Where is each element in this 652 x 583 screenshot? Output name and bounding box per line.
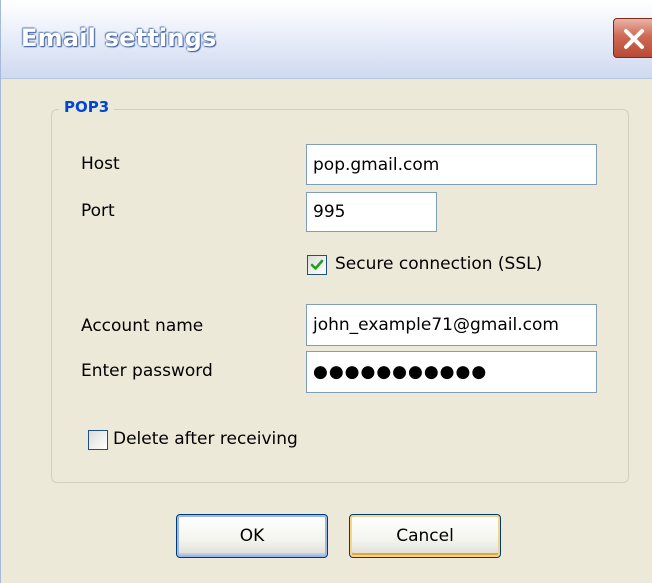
delete-after-receiving-checkbox[interactable] <box>88 430 108 450</box>
password-input[interactable]: ●●●●●●●●●●● <box>306 351 597 393</box>
pop3-legend: POP3 <box>59 98 115 116</box>
port-label: Port <box>81 201 115 221</box>
title-bar[interactable]: Email settings <box>1 0 652 79</box>
host-input[interactable]: pop.gmail.com <box>306 144 597 185</box>
account-name-input[interactable]: john_example71@gmail.com <box>306 304 597 346</box>
cancel-button[interactable]: Cancel <box>349 514 501 558</box>
host-label: Host <box>81 154 120 174</box>
ssl-label[interactable]: Secure connection (SSL) <box>335 254 542 274</box>
port-input[interactable]: 995 <box>306 192 437 232</box>
close-button[interactable] <box>613 18 652 58</box>
ssl-checkbox[interactable] <box>307 255 327 275</box>
email-settings-dialog: Email settings POP3 Host pop.gmail.com P… <box>0 0 652 583</box>
delete-after-receiving-label[interactable]: Delete after receiving <box>113 429 298 449</box>
ok-button[interactable]: OK <box>176 514 328 558</box>
window-title: Email settings <box>21 24 217 52</box>
checkmark-icon <box>310 259 324 270</box>
account-name-label: Account name <box>81 316 204 336</box>
close-icon <box>624 29 644 49</box>
password-label: Enter password <box>81 361 213 381</box>
